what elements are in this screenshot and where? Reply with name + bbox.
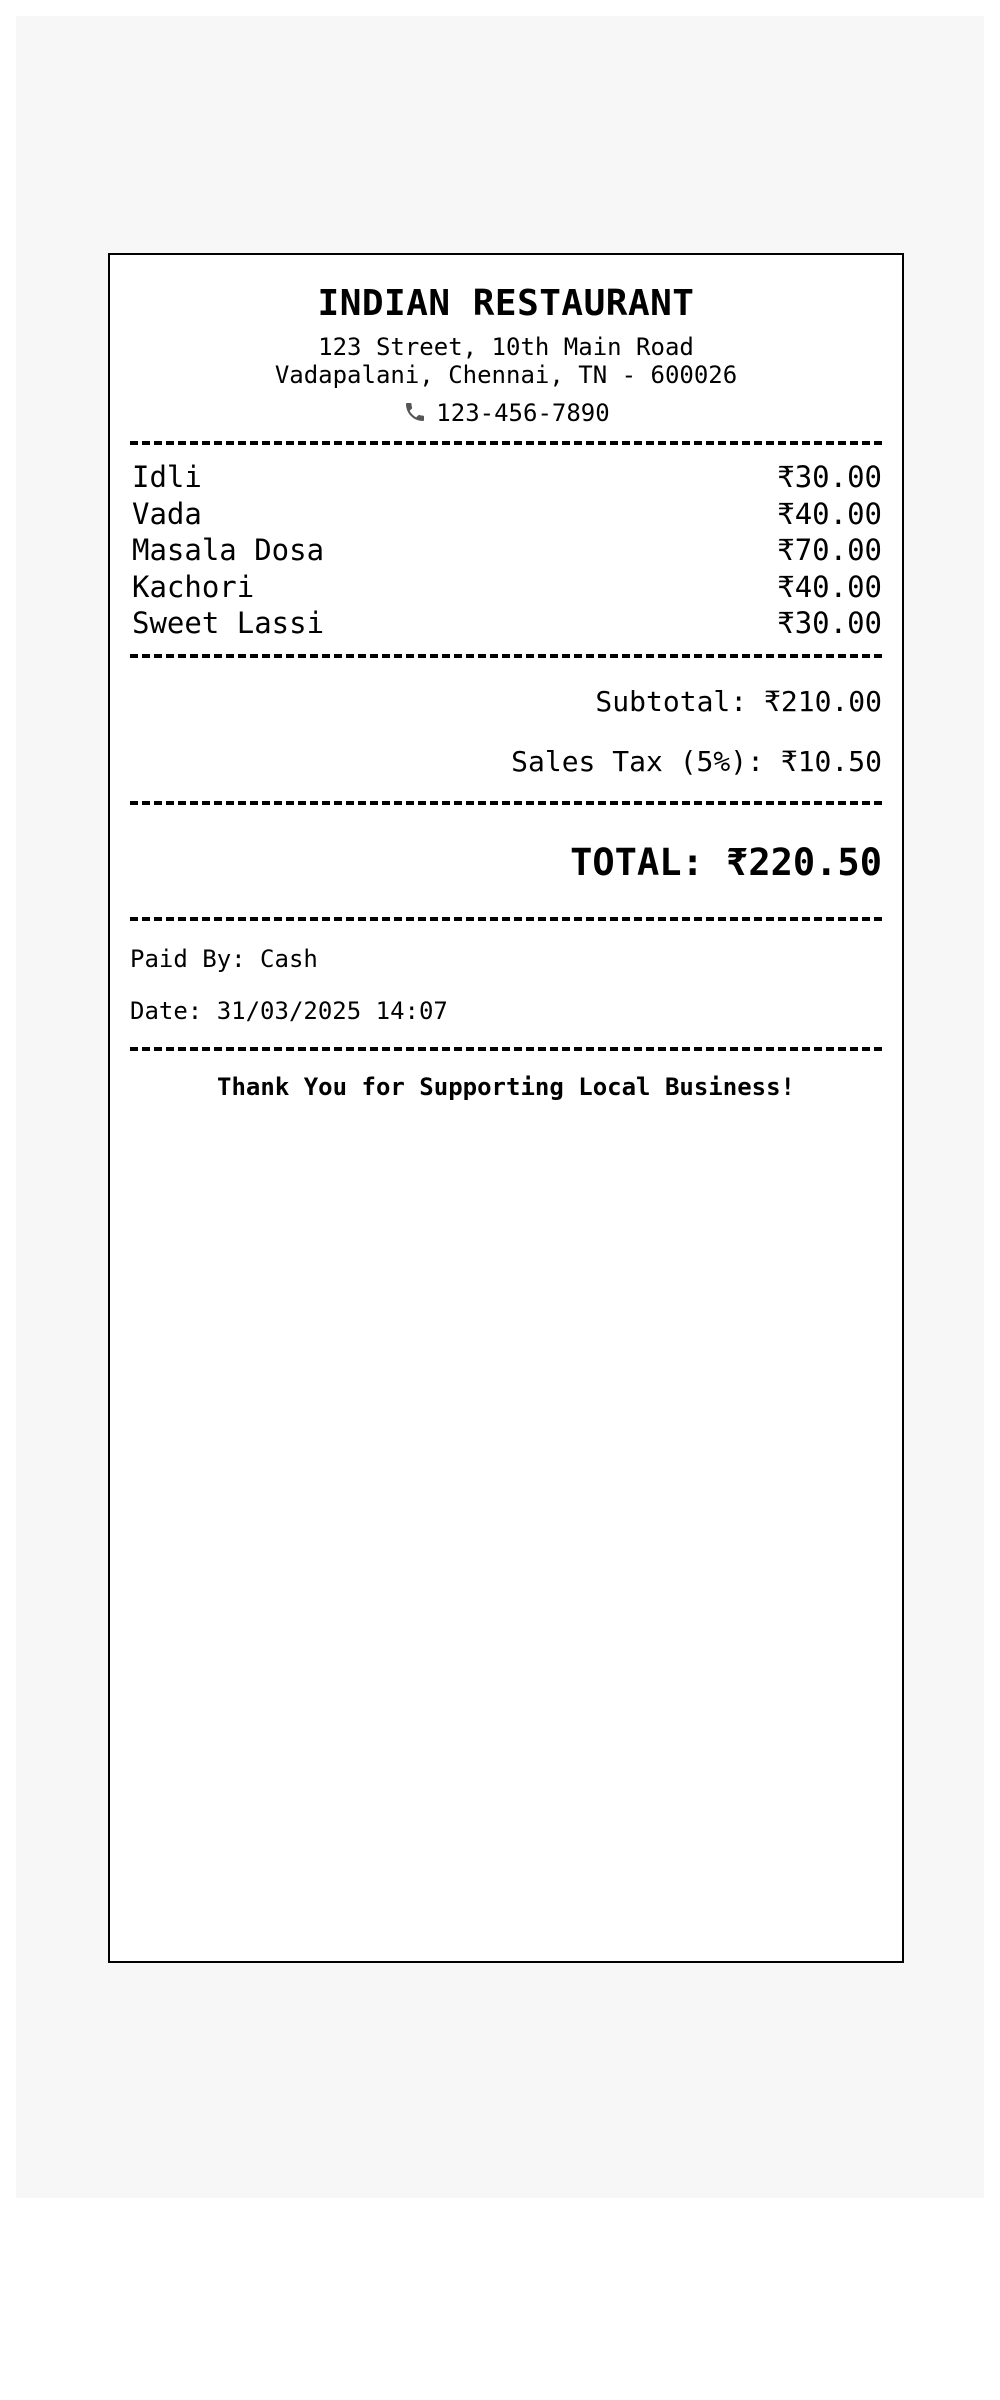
thank-you-message: Thank You for Supporting Local Business! xyxy=(217,1072,795,1101)
item-name: Vada xyxy=(132,496,202,531)
item-name: Kachori xyxy=(132,569,255,604)
item-price: ₹30.00 xyxy=(777,606,882,640)
item-price: ₹70.00 xyxy=(777,533,882,567)
item-name: Masala Dosa xyxy=(132,533,325,567)
phone-number: 123-456-7890 xyxy=(436,399,610,427)
divider xyxy=(130,1046,882,1051)
item-name: Sweet Lassi xyxy=(132,606,325,640)
sales-tax: Sales Tax (5%): ₹10.50 xyxy=(511,744,882,778)
list-item: Vada ₹40.00 xyxy=(130,496,882,533)
list-item: Masala Dosa ₹70.00 xyxy=(130,532,882,569)
restaurant-address: 123 Street, 10th Main Road Vadapalani, C… xyxy=(130,333,882,389)
item-list: Idli ₹30.00 Vada ₹40.00 Masala Dosa ₹70.… xyxy=(130,445,882,646)
subtotal: Subtotal: ₹210.00 xyxy=(595,684,882,718)
phone-icon xyxy=(402,400,428,424)
list-item: Kachori ₹40.00 xyxy=(130,569,882,606)
item-price: ₹40.00 xyxy=(777,496,882,531)
item-price: ₹40.00 xyxy=(777,569,882,604)
grand-total: TOTAL: ₹220.50 xyxy=(570,840,882,884)
receipt-date: Date: 31/03/2025 14:07 xyxy=(130,996,448,1025)
divider xyxy=(130,653,882,658)
item-name: Idli xyxy=(132,460,202,494)
payment-method: Paid By: Cash xyxy=(130,944,318,973)
item-price: ₹30.00 xyxy=(777,460,882,494)
list-item: Idli ₹30.00 xyxy=(130,459,882,496)
receipt: INDIAN RESTAURANT 123 Street, 10th Main … xyxy=(108,253,904,1963)
list-item: Sweet Lassi ₹30.00 xyxy=(130,605,882,642)
address-line-1: 123 Street, 10th Main Road xyxy=(318,333,694,361)
restaurant-name: INDIAN RESTAURANT xyxy=(317,283,695,324)
divider xyxy=(130,916,882,921)
restaurant-phone: 123-456-7890 xyxy=(130,399,882,427)
divider xyxy=(130,800,882,805)
address-line-2: Vadapalani, Chennai, TN - 600026 xyxy=(274,361,738,389)
